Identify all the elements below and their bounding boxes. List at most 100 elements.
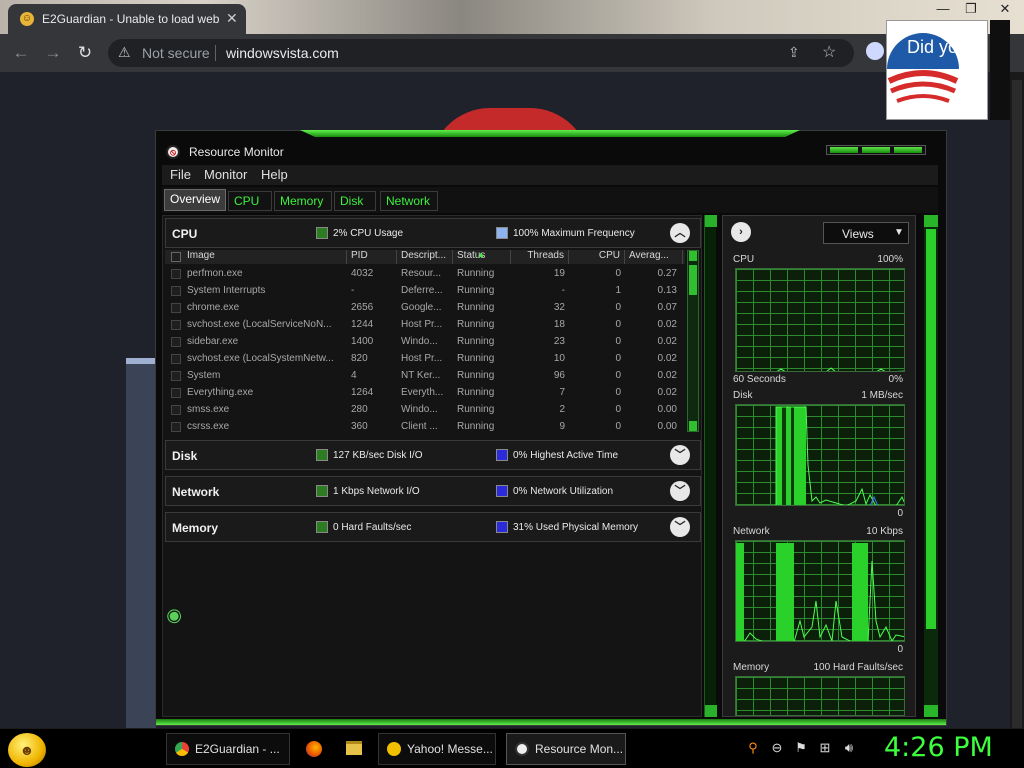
back-arrow-icon[interactable]: ← [10,42,32,64]
memory-section-header[interactable]: Memory 0 Hard Faults/sec 31% Used Physic… [165,512,701,542]
network-section-header[interactable]: Network 1 Kbps Network I/O 0% Network Ut… [165,476,701,506]
menu-monitor[interactable]: Monitor [204,167,247,182]
tab-cpu[interactable]: CPU [228,191,272,211]
search-icon[interactable]: ⚲ [744,740,762,756]
flag-icon[interactable]: ⚑ [792,740,810,756]
row-checkbox[interactable] [171,405,181,415]
overview-scroll-down-icon[interactable] [705,705,717,717]
graph-scroll-up-icon[interactable] [924,215,938,227]
cpu-collapse-icon[interactable]: ︿ [670,223,690,243]
overview-scroll-up-icon[interactable] [705,215,717,227]
clock[interactable]: 4:26 PM [884,732,993,763]
cpu-graph-label: CPU [733,254,755,265]
tab-close-icon[interactable]: ✕ [226,10,238,27]
table-row[interactable]: svchost.exe (LocalSystemNetw... 820 Host P… [165,351,685,368]
overview-scrollbar[interactable] [704,215,717,717]
share-icon[interactable]: ⇪ [788,44,800,61]
cpu-section-header[interactable]: CPU 2% CPU Usage 100% Maximum Frequency … [165,218,701,248]
status-icon[interactable]: ⊖ [768,740,786,756]
table-row[interactable]: Everything.exe 1264 Everyth... Running 7 0 0.0… [165,385,685,402]
security-label[interactable]: Not secure [142,45,210,61]
row-checkbox[interactable] [171,303,181,313]
page-scrollbar-thumb[interactable] [1012,80,1022,730]
restore-button[interactable]: ❐ [956,0,986,20]
window-controls[interactable] [826,145,926,155]
col-pid[interactable]: PID [347,250,397,264]
table-row[interactable]: System 4 NT Ker... Running 96 0 0.02 [165,368,685,385]
tab-network[interactable]: Network [380,191,438,211]
browser-tab[interactable]: ☺ E2Guardian - Unable to load web ✕ [8,4,246,34]
window-control-3[interactable] [894,147,922,153]
start-button[interactable]: ☻ [8,733,46,767]
close-window-button[interactable]: ✕ [990,0,1020,20]
folder-icon[interactable] [346,741,362,755]
profile-avatar[interactable] [866,42,884,60]
tab-disk[interactable]: Disk [334,191,376,211]
cpu-scroll-up-icon[interactable] [689,251,697,261]
row-checkbox[interactable] [171,286,181,296]
cpu-scroll-thumb[interactable] [689,265,697,295]
network-expand-icon[interactable]: ﹀ [670,481,690,501]
volume-icon[interactable]: 🔊︎ [840,740,858,756]
table-row[interactable]: csrss.exe 360 Client ... Running 9 0 0.00 [165,419,685,432]
url-text[interactable]: windowsvista.com [226,45,339,61]
tab-memory[interactable]: Memory [274,191,332,211]
cpu-graph-timespan: 60 Seconds [733,374,786,385]
graph-scroll-thumb[interactable] [926,229,936,629]
table-row[interactable]: smss.exe 280 Windo... Running 2 0 0.00 [165,402,685,419]
table-row[interactable]: chrome.exe 2656 Google... Running 32 0 0.07 [165,300,685,317]
address-bar[interactable]: ⚠ Not secure windowsvista.com ⇪ ☆ [108,39,854,67]
expand-graphs-icon[interactable]: › [731,222,751,242]
forward-arrow-icon[interactable]: → [42,42,64,64]
reload-icon[interactable]: ↻ [74,42,96,64]
disk-expand-icon[interactable]: ﹀ [670,445,690,465]
table-row[interactable]: perfmon.exe 4032 Resour... Running 19 0 0.27 [165,266,685,283]
row-checkbox[interactable] [171,354,181,364]
table-row[interactable]: sidebar.exe 1400 Windo... Running 23 0 0.02 [165,334,685,351]
table-cell: Client ... [401,421,438,432]
col-image[interactable]: Image [183,250,347,264]
graph-scroll-down-icon[interactable] [924,705,938,717]
network-icon[interactable]: ⊞ [816,740,834,756]
taskbar-e2guardian[interactable]: E2Guardian - ... [166,733,290,765]
warning-icon[interactable]: ⚠ [118,44,131,61]
network-graph-lines [736,543,904,641]
col-cpu[interactable]: CPU [569,250,625,264]
menu-file[interactable]: File [170,167,191,182]
tile-shadow [990,20,1010,120]
table-cell: 32 [553,302,565,313]
disk-section-title: Disk [172,449,198,463]
memory-expand-icon[interactable]: ﹀ [670,517,690,537]
views-dropdown[interactable]: Views ▼ [823,222,909,244]
minimize-button[interactable]: — [928,0,958,20]
col-threads[interactable]: Threads [511,250,569,264]
table-cell: 7 [559,387,565,398]
row-checkbox[interactable] [171,320,181,330]
row-checkbox[interactable] [171,269,181,279]
menu-help[interactable]: Help [261,167,288,182]
row-checkbox[interactable] [171,388,181,398]
bookmark-star-icon[interactable]: ☆ [822,42,836,62]
graph-scrollbar[interactable] [924,215,938,717]
row-checkbox[interactable] [171,337,181,347]
col-description[interactable]: Descript... [397,250,453,264]
select-all-checkbox[interactable] [171,252,181,262]
firefox-icon[interactable] [306,741,322,757]
row-checkbox[interactable] [171,422,181,432]
row-checkbox[interactable] [171,371,181,381]
table-cell: Host Pr... [401,353,443,364]
table-cell: svchost.exe (LocalServiceNoN... [187,319,332,330]
window-control-2[interactable] [862,147,890,153]
taskbar-yahoo-messenger[interactable]: Yahoo! Messe... [378,733,496,765]
table-row[interactable]: System Interrupts - Deferre... Running - 1 0.1… [165,283,685,300]
resource-monitor-taskbar-icon [515,742,529,756]
tab-overview[interactable]: Overview [164,189,226,211]
table-row[interactable]: svchost.exe (LocalServiceNoN... 1244 Host … [165,317,685,334]
cpu-table-scrollbar[interactable] [687,250,699,432]
taskbar-resource-monitor[interactable]: Resource Mon... [506,733,626,765]
sidebar-gadget-tile[interactable]: Did yo Vot [886,20,988,120]
window-control-1[interactable] [830,147,858,153]
disk-section-header[interactable]: Disk 127 KB/sec Disk I/O 0% Highest Acti… [165,440,701,470]
cpu-scroll-down-icon[interactable] [689,421,697,431]
col-average[interactable]: Averag... [625,250,683,264]
